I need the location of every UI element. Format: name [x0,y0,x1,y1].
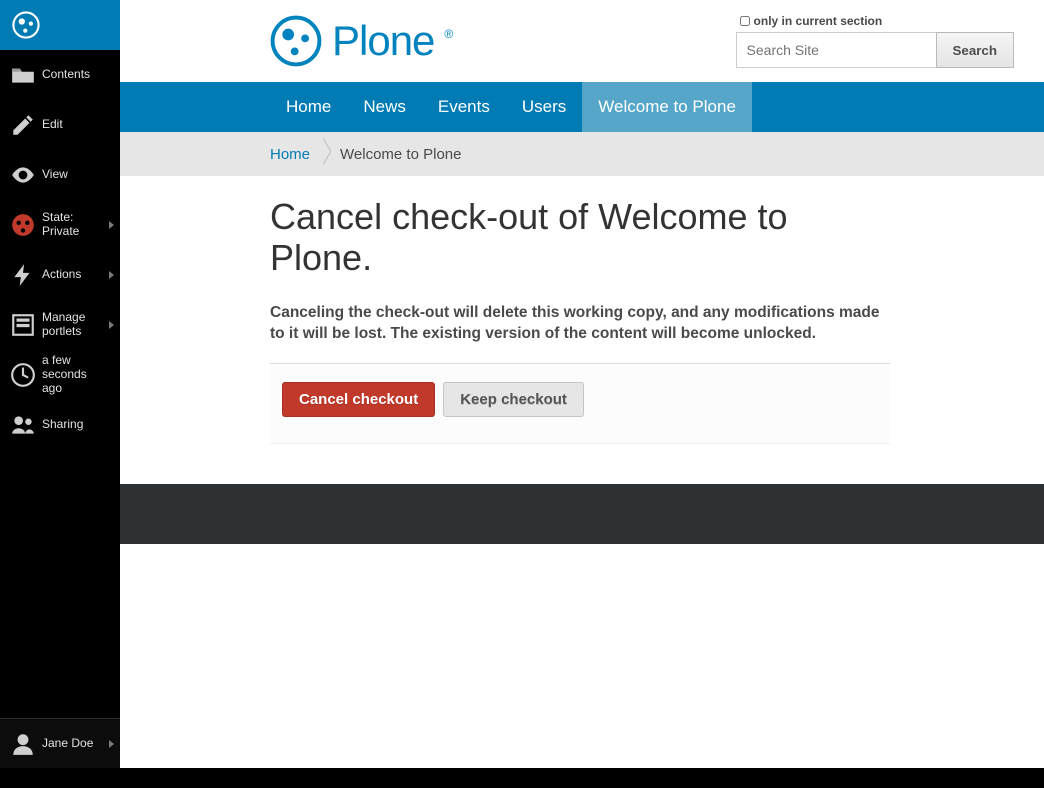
cancel-checkout-button[interactable]: Cancel checkout [282,382,435,417]
lightning-icon [10,262,36,288]
site-header: Plone ® only in current section Search [120,0,1044,82]
admin-toolbar: Contents Edit View State: Private Action… [0,0,120,788]
search-scope-option[interactable]: only in current section [740,14,883,28]
toolbar-contents-label: Contents [42,68,110,82]
toolbar-view-label: View [42,168,110,182]
pencil-icon [10,112,36,138]
search-block: only in current section Search [736,14,1014,68]
toolbar-actions-label: Actions [42,268,110,282]
breadcrumb-separator-icon [310,142,334,166]
site-logo-text: Plone [332,17,434,65]
breadcrumbs: Home Welcome to Plone [120,132,1044,176]
site-logo[interactable]: Plone ® [270,15,453,67]
user-icon [10,731,36,757]
page-title: Cancel check-out of Welcome to Plone. [270,196,890,279]
plone-icon-button[interactable] [0,0,120,50]
page-bottom-strip [120,768,1044,788]
main-area: Plone ® only in current section Search H… [120,0,1044,788]
toolbar-user-label: Jane Doe [42,737,110,751]
nav-users[interactable]: Users [506,82,582,132]
global-nav: Home News Events Users Welcome to Plone [120,82,1044,132]
plone-logo-icon [270,15,322,67]
toolbar-sharing-label: Sharing [42,418,110,432]
search-input[interactable] [736,32,936,68]
content-area: Cancel check-out of Welcome to Plone. Ca… [120,176,1044,484]
users-icon [10,412,36,438]
folder-open-icon [10,62,36,88]
toolbar-actions[interactable]: Actions [0,250,120,300]
toolbar-manage-portlets-label: Manage portlets [42,311,110,339]
toolbar-contents[interactable]: Contents [0,50,120,100]
nav-welcome[interactable]: Welcome to Plone [582,82,752,132]
toolbar-state[interactable]: State: Private [0,200,120,250]
search-scope-label: only in current section [754,14,883,28]
portlet-icon [10,312,36,338]
toolbar-state-label: State: Private [42,211,110,239]
clock-icon [10,362,36,388]
breadcrumb-current: Welcome to Plone [340,146,461,163]
toolbar-manage-portlets[interactable]: Manage portlets [0,300,120,350]
nav-home[interactable]: Home [270,82,347,132]
below-footer-blank [120,544,1044,768]
toolbar-history-label: a few seconds ago [42,354,110,395]
toolbar-edit-label: Edit [42,118,110,132]
breadcrumb-home[interactable]: Home [270,146,310,163]
toolbar-sharing[interactable]: Sharing [0,400,120,450]
nav-events[interactable]: Events [422,82,506,132]
state-private-icon [10,212,36,238]
eye-icon [10,162,36,188]
site-footer [120,484,1044,544]
site-logo-registered: ® [444,27,453,41]
search-scope-checkbox[interactable] [740,16,750,26]
toolbar-edit[interactable]: Edit [0,100,120,150]
nav-news[interactable]: News [347,82,422,132]
search-button[interactable]: Search [936,32,1014,68]
toolbar-footer-strip [0,768,120,788]
plone-glyph-icon [12,11,40,39]
page-description: Canceling the check-out will delete this… [270,303,890,345]
form-actions: Cancel checkout Keep checkout [270,363,890,444]
keep-checkout-button[interactable]: Keep checkout [443,382,584,417]
toolbar-view[interactable]: View [0,150,120,200]
toolbar-history[interactable]: a few seconds ago [0,350,120,400]
toolbar-user-menu[interactable]: Jane Doe [0,718,120,768]
